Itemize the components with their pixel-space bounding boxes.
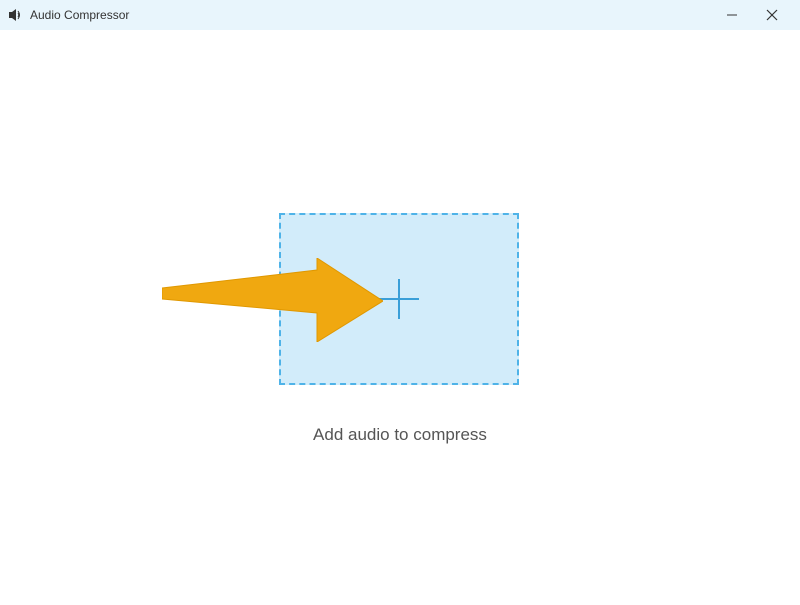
- add-audio-dropzone[interactable]: [279, 213, 519, 385]
- content-area: Add audio to compress: [0, 30, 800, 605]
- titlebar: Audio Compressor: [0, 0, 800, 30]
- window-controls: [712, 0, 792, 30]
- instruction-label: Add audio to compress: [0, 425, 800, 445]
- plus-icon: [376, 276, 422, 322]
- app-title: Audio Compressor: [30, 8, 129, 22]
- close-button[interactable]: [752, 0, 792, 30]
- titlebar-left: Audio Compressor: [8, 7, 129, 23]
- speaker-icon: [8, 7, 24, 23]
- minimize-button[interactable]: [712, 0, 752, 30]
